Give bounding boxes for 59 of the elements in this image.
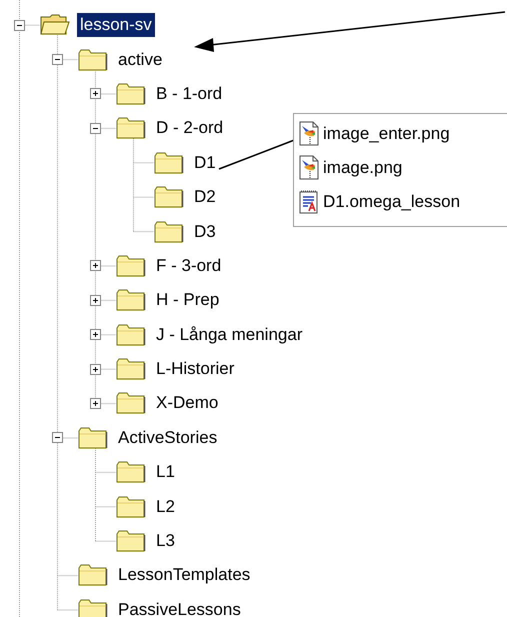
expand-icon[interactable]	[90, 398, 101, 409]
file-name[interactable]: image.png	[323, 158, 402, 178]
tree-connector-line	[101, 334, 116, 336]
tree-connector-line	[101, 300, 116, 301]
expand-icon[interactable]	[90, 364, 101, 375]
folder-label[interactable]: X-Demo	[153, 391, 222, 416]
folder-label[interactable]: D2	[191, 185, 219, 210]
folder-icon	[116, 391, 146, 416]
folder-label[interactable]: B - 1-ord	[153, 82, 226, 106]
folder-icon	[116, 254, 146, 278]
folder-label[interactable]: D3	[191, 220, 219, 244]
folder-label[interactable]: lesson-sv	[77, 13, 155, 38]
folder-icon	[116, 116, 146, 140]
folder-icon	[78, 48, 108, 72]
expand-icon[interactable]	[90, 294, 101, 306]
image-file-icon	[299, 155, 319, 180]
folder-icon	[116, 494, 146, 519]
folder-icon	[116, 529, 146, 554]
collapse-icon[interactable]	[14, 20, 25, 31]
folder-icon	[116, 288, 146, 312]
folder-icon	[78, 598, 108, 617]
folder-label[interactable]: L-Historier	[153, 357, 238, 382]
collapse-icon[interactable]	[52, 432, 63, 444]
folder-label[interactable]: active	[115, 48, 166, 72]
folder-label[interactable]: L2	[153, 494, 178, 519]
tree-connector-line	[101, 403, 116, 404]
folder-label[interactable]: D1	[191, 150, 219, 175]
folder-label[interactable]: H - Prep	[153, 288, 222, 312]
folder-label[interactable]: PassiveLessons	[115, 598, 244, 617]
tree-connector-line	[25, 24, 40, 26]
file-name[interactable]: image_enter.png	[323, 124, 450, 144]
collapse-icon[interactable]	[52, 54, 63, 66]
folder-icon	[154, 220, 184, 244]
folder-label[interactable]: L1	[153, 460, 178, 484]
image-file-icon	[299, 121, 319, 146]
folder-label[interactable]: LessonTemplates	[115, 563, 254, 588]
collapse-icon[interactable]	[90, 122, 101, 134]
tree-connector-line	[101, 128, 116, 129]
file-name[interactable]: D1.omega_lesson	[323, 192, 460, 212]
expand-icon[interactable]	[90, 88, 101, 100]
tree-connector-line	[63, 59, 78, 60]
folder-icon	[78, 426, 108, 450]
folder-label[interactable]: F - 3-ord	[153, 254, 224, 278]
folder-icon	[116, 357, 146, 382]
expand-icon[interactable]	[90, 260, 101, 272]
folder-label[interactable]: ActiveStories	[115, 426, 220, 450]
expand-icon[interactable]	[90, 329, 101, 340]
folder-icon	[154, 185, 184, 210]
open-folder-icon	[40, 13, 70, 38]
folder-icon	[116, 82, 146, 106]
tree-connector-line	[101, 368, 116, 370]
folder-label[interactable]: L3	[153, 529, 178, 554]
folder-icon	[116, 460, 146, 484]
folder-icon	[78, 563, 108, 588]
folder-label[interactable]: J - Långa meningar	[153, 322, 306, 347]
folder-icon	[116, 322, 146, 347]
text-document-icon	[299, 189, 319, 214]
folder-icon	[154, 150, 184, 175]
folder-label[interactable]: D - 2-ord	[153, 116, 226, 140]
